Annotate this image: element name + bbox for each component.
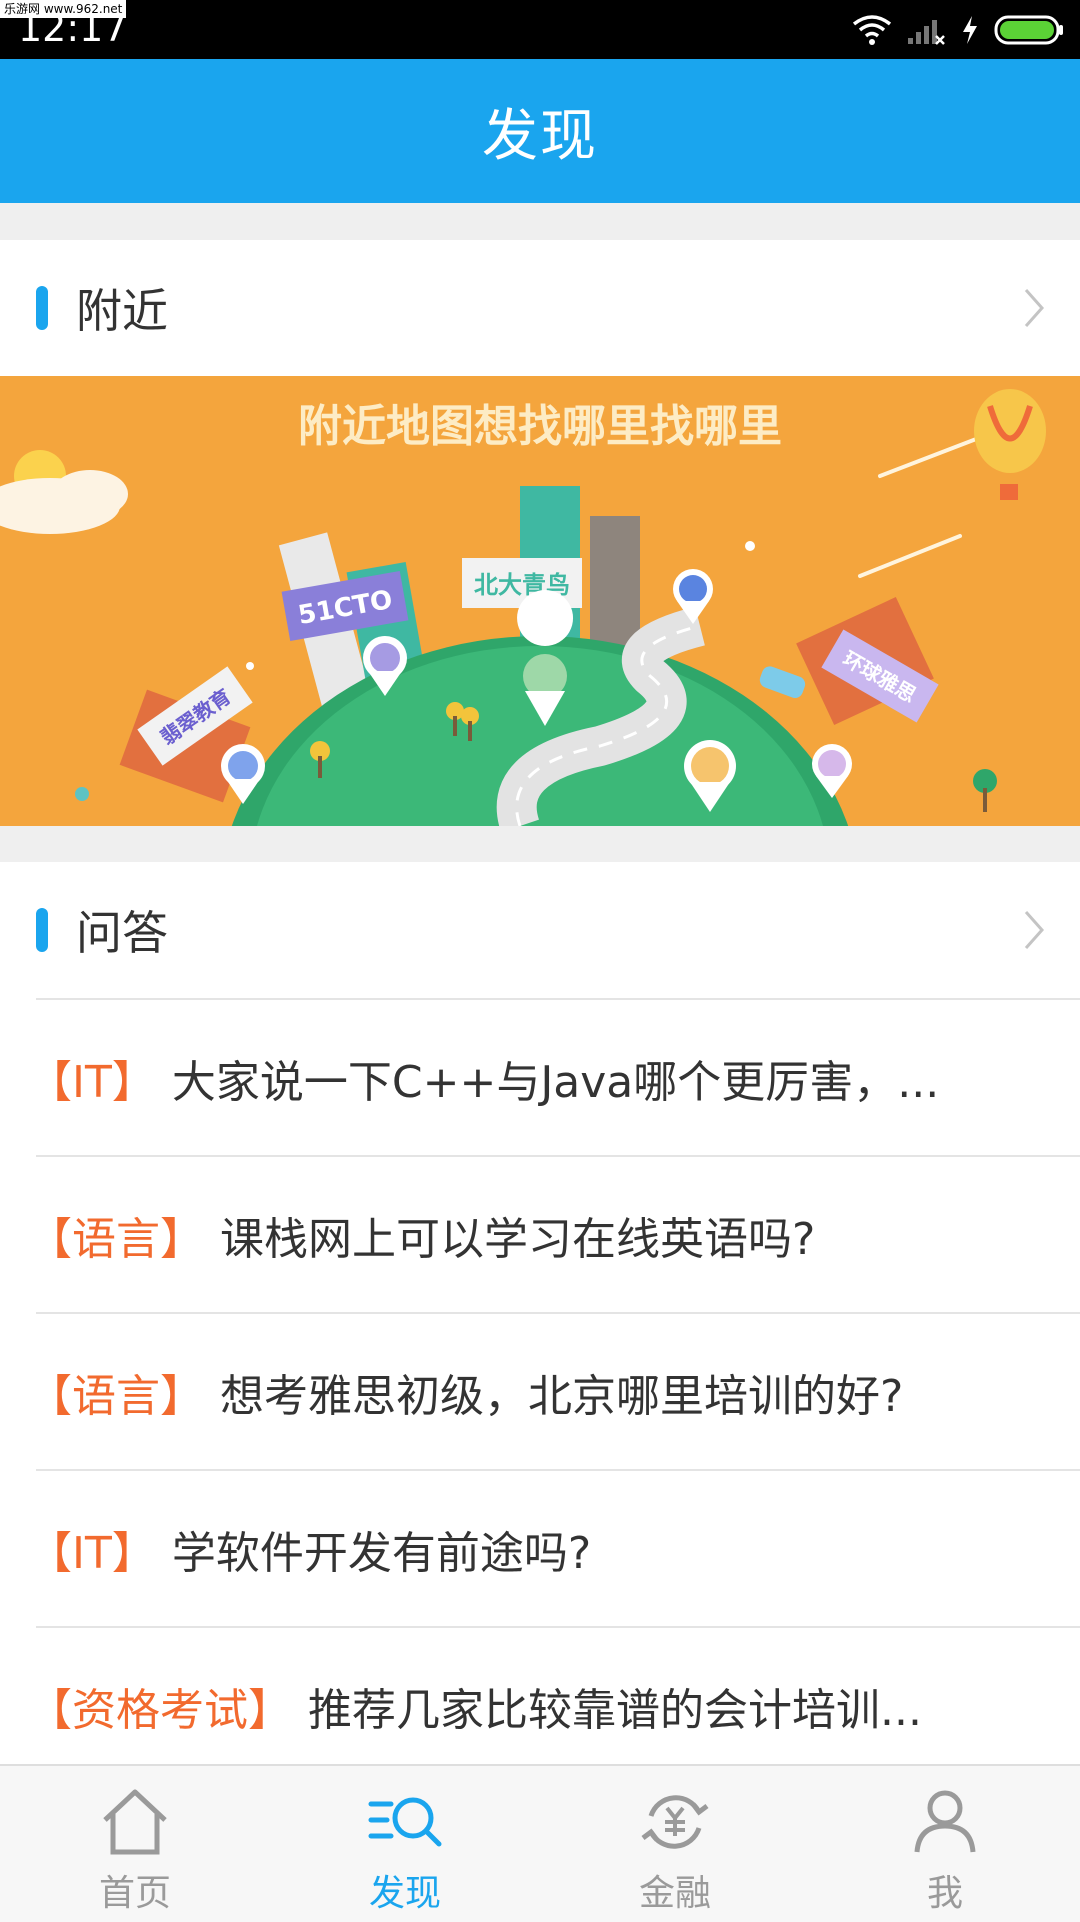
qa-list: 【IT】 大家说一下C++与Java哪个更厉害，... 【语言】 课栈网上可以学…	[0, 998, 1080, 1783]
qa-tag: 【语言】	[36, 1213, 204, 1265]
nearby-label: 附近	[76, 284, 168, 338]
tab-me-label: 我	[926, 1873, 963, 1914]
nearby-header[interactable]: 附近	[0, 240, 1080, 376]
app-header: 发现	[0, 59, 1080, 203]
tab-discover[interactable]: 发现	[270, 1766, 540, 1922]
tab-finance[interactable]: 金融	[540, 1766, 810, 1922]
qa-tag: 【IT】	[36, 1056, 156, 1108]
qa-header[interactable]: 问答	[0, 862, 1080, 998]
qa-item[interactable]: 【IT】 大家说一下C++与Java哪个更厉害，...	[36, 998, 1080, 1155]
bottom-tab-bar: 首页 发现 金融 我	[0, 1764, 1080, 1922]
nearby-map-banner[interactable]: 附近地图想找哪里找哪里 51CTO 北大青鸟 翡翠教育 环球雅思	[0, 376, 1080, 826]
page-title: 发现	[482, 103, 598, 169]
qa-tag: 【IT】	[36, 1527, 156, 1579]
qa-section: 问答 【IT】 大家说一下C++与Java哪个更厉害，... 【语言】 课栈网上…	[0, 862, 1080, 1764]
qa-question: 推荐几家比较靠谱的会计培训...	[308, 1684, 922, 1736]
status-icons	[852, 10, 1066, 50]
chevron-right-icon	[1024, 911, 1045, 949]
qa-question: 大家说一下C++与Java哪个更厉害，...	[171, 1056, 940, 1108]
qa-item[interactable]: 【语言】 想考雅思初级，北京哪里培训的好?	[36, 1312, 1080, 1469]
discover-icon	[368, 1797, 442, 1847]
battery-icon	[994, 15, 1063, 45]
chevron-right-icon	[1024, 289, 1045, 327]
status-time: 12:17	[18, 6, 128, 50]
charging-icon	[963, 16, 977, 44]
qa-question: 想考雅思初级，北京哪里培训的好?	[220, 1370, 904, 1422]
qa-tag: 【资格考试】	[36, 1684, 292, 1736]
qa-item[interactable]: 【语言】 课栈网上可以学习在线英语吗?	[36, 1155, 1080, 1312]
banner-illustration: 附近地图想找哪里找哪里 51CTO 北大青鸟 翡翠教育 环球雅思	[0, 376, 1080, 826]
qa-item[interactable]: 【资格考试】 推荐几家比较靠谱的会计培训...	[36, 1626, 1080, 1783]
tab-finance-label: 金融	[638, 1873, 711, 1914]
qa-tag: 【语言】	[36, 1370, 204, 1422]
qa-item[interactable]: 【IT】 学软件开发有前途吗?	[36, 1469, 1080, 1626]
qa-question: 课栈网上可以学习在线英语吗?	[220, 1213, 816, 1265]
finance-icon	[641, 1795, 709, 1849]
person-icon	[914, 1790, 976, 1853]
status-bar: 乐游网 www.962.net 12:17	[0, 0, 1080, 59]
tab-home-label: 首页	[98, 1873, 171, 1914]
section-marker	[36, 286, 48, 330]
banner-headline: 附近地图想找哪里找哪里	[298, 401, 782, 452]
signal-icon	[908, 20, 945, 45]
wifi-icon	[852, 15, 892, 45]
section-marker	[36, 908, 48, 952]
tab-home[interactable]: 首页	[0, 1766, 270, 1922]
qa-question: 学软件开发有前途吗?	[171, 1527, 592, 1579]
tab-me[interactable]: 我	[810, 1766, 1080, 1922]
qa-label: 问答	[76, 906, 168, 960]
tab-discover-label: 发现	[368, 1873, 441, 1914]
home-icon	[103, 1789, 167, 1855]
